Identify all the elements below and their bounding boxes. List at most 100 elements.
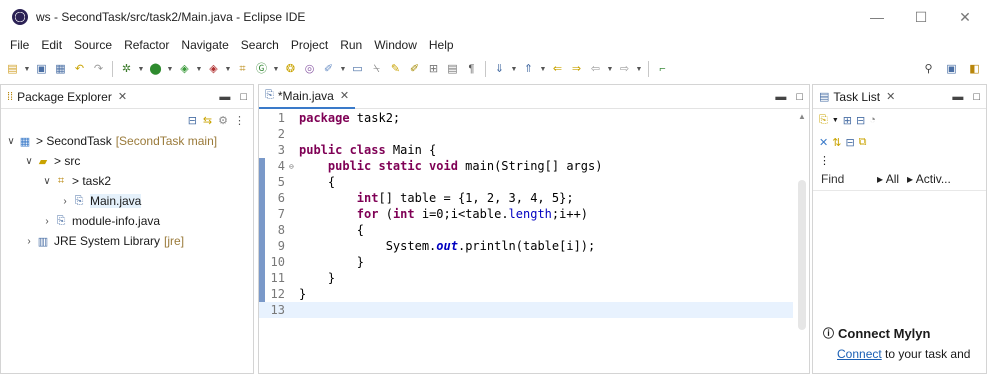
code-line[interactable]: 4 ⊖ public static void main(String[] arg…: [259, 158, 793, 174]
code-line[interactable]: 5 {: [259, 174, 793, 190]
highlight-icon[interactable]: ✐: [406, 61, 423, 78]
focus-on-workweek-icon[interactable]: ◔: [869, 114, 876, 126]
java-perspective-icon[interactable]: ◧: [966, 61, 983, 78]
back-dropdown-icon[interactable]: ▼: [606, 61, 614, 78]
filter-all-link[interactable]: ▸ All: [877, 172, 899, 186]
tree-item-jre[interactable]: › ▥ JRE System Library [jre]: [1, 231, 253, 251]
code-line-current[interactable]: 13: [259, 302, 793, 318]
new-task-icon[interactable]: ⎘: [819, 114, 828, 127]
toggle-breadcrumb-icon[interactable]: ⍀: [368, 61, 385, 78]
chevron-right-icon[interactable]: ›: [59, 196, 71, 207]
menu-project[interactable]: Project: [285, 38, 334, 52]
menu-navigate[interactable]: Navigate: [175, 38, 234, 52]
view-menu-icon[interactable]: ⋮: [234, 114, 245, 127]
close-icon[interactable]: ✕: [886, 90, 895, 103]
code-line[interactable]: 12 }: [259, 286, 793, 302]
tab-package-explorer[interactable]: ⁞⁞ Package Explorer ✕: [1, 85, 133, 109]
minimize-view-icon[interactable]: ▬: [219, 91, 230, 103]
code-area[interactable]: 1 package task2; 2 3 public class Main {…: [259, 110, 809, 373]
minimize-button[interactable]: —: [855, 0, 899, 34]
menu-help[interactable]: Help: [423, 38, 460, 52]
chevron-right-icon[interactable]: ›: [23, 236, 35, 247]
close-button[interactable]: ✕: [943, 0, 987, 34]
tree-item-project[interactable]: ∨ ▦ > SecondTask [SecondTask main]: [1, 131, 253, 151]
back-icon[interactable]: ⇦: [587, 61, 604, 78]
save-icon[interactable]: ▣: [33, 61, 50, 78]
terminal-icon[interactable]: ▭: [349, 61, 366, 78]
close-icon[interactable]: ✕: [118, 90, 127, 103]
run-dropdown-icon[interactable]: ▼: [166, 61, 174, 78]
filter-active-link[interactable]: ▸ Activ...: [907, 172, 951, 186]
coverage-dropdown-icon[interactable]: ▼: [195, 61, 203, 78]
menu-file[interactable]: File: [4, 38, 35, 52]
code-line[interactable]: 3 public class Main {: [259, 142, 793, 158]
connect-link[interactable]: Connect: [837, 347, 882, 361]
chevron-down-icon[interactable]: ∨: [41, 176, 53, 187]
minimize-view-icon[interactable]: ▬: [952, 91, 963, 103]
chevron-right-icon[interactable]: ›: [41, 216, 53, 227]
tab-main-java[interactable]: ⎘ *Main.java ✕: [259, 85, 356, 109]
chevron-down-icon[interactable]: ∨: [5, 136, 17, 147]
next-annotation-dropdown-icon[interactable]: ▼: [510, 61, 518, 78]
tree-item-module-info[interactable]: › ⎘ module-info.java: [1, 211, 253, 231]
scroll-up-icon[interactable]: ▲: [798, 112, 806, 121]
new-class-dropdown-icon[interactable]: ▼: [272, 61, 280, 78]
open-perspective-icon[interactable]: ▣: [943, 61, 960, 78]
scheduled-icon[interactable]: ⊟: [856, 114, 865, 127]
collapse-all-icon[interactable]: ⊟: [188, 114, 197, 127]
chevron-down-icon[interactable]: ∨: [23, 156, 35, 167]
forward-icon[interactable]: ⇨: [616, 61, 633, 78]
forward-history-icon[interactable]: ⇒: [568, 61, 585, 78]
editor-scrollbar[interactable]: ▲: [795, 110, 809, 373]
code-line[interactable]: 6 int[] table = {1, 2, 3, 4, 5};: [259, 190, 793, 206]
search-icon[interactable]: ⚲: [920, 61, 937, 78]
toggle-mark-occurrences-icon[interactable]: ✎: [387, 61, 404, 78]
new-task-dropdown-icon[interactable]: ▼: [832, 117, 839, 124]
tab-task-list[interactable]: ▤ Task List ✕: [813, 85, 901, 109]
save-all-icon[interactable]: ▦: [52, 61, 69, 78]
debug-dropdown-icon[interactable]: ▼: [137, 61, 145, 78]
previous-annotation-dropdown-icon[interactable]: ▼: [539, 61, 547, 78]
menu-source[interactable]: Source: [68, 38, 118, 52]
code-line[interactable]: 9 System.out.println(table[i]);: [259, 238, 793, 254]
maximize-button[interactable]: ☐: [899, 0, 943, 34]
code-line[interactable]: 10 }: [259, 254, 793, 270]
forward-dropdown-icon[interactable]: ▼: [635, 61, 643, 78]
pin-editor-icon[interactable]: ⌐: [654, 61, 671, 78]
coverage-icon[interactable]: ◈: [176, 61, 193, 78]
menu-refactor[interactable]: Refactor: [118, 38, 175, 52]
tree-item-main-java[interactable]: › ⎘ Main.java: [1, 191, 253, 211]
scrollbar-thumb[interactable]: [798, 180, 806, 330]
collapse-all-icon[interactable]: ⊟: [845, 136, 854, 149]
search-dropdown-icon[interactable]: ✐: [320, 61, 337, 78]
filter-icon[interactable]: ⚙: [218, 114, 228, 127]
minimize-view-icon[interactable]: ▬: [775, 91, 786, 103]
open-type-icon[interactable]: ❂: [282, 61, 299, 78]
new-package-icon[interactable]: Ⓖ: [253, 61, 270, 78]
maximize-view-icon[interactable]: □: [973, 91, 980, 103]
find-input[interactable]: Find: [821, 172, 869, 186]
new-java-project-icon[interactable]: ⌗: [234, 61, 251, 78]
undo-icon[interactable]: ↶: [71, 61, 88, 78]
close-icon[interactable]: ✕: [340, 89, 349, 102]
menu-edit[interactable]: Edit: [35, 38, 68, 52]
external-tools-dropdown-icon[interactable]: ▼: [224, 61, 232, 78]
view-menu-icon[interactable]: ⋮: [819, 154, 830, 167]
last-edit-location-icon[interactable]: ⇐: [549, 61, 566, 78]
code-line[interactable]: 7 for (int i=0;i<table.length;i++): [259, 206, 793, 222]
synchronize-icon[interactable]: ⇅: [832, 136, 841, 149]
link-icon[interactable]: ⧉: [859, 136, 867, 149]
search-dropdown-arrow-icon[interactable]: ▼: [339, 61, 347, 78]
code-line[interactable]: 1 package task2;: [259, 110, 793, 126]
next-annotation-icon[interactable]: ⇓: [491, 61, 508, 78]
show-whitespace-icon[interactable]: ¶: [463, 61, 480, 78]
code-line[interactable]: 11 }: [259, 270, 793, 286]
link-with-editor-icon[interactable]: ⇆: [203, 114, 212, 127]
categorized-icon[interactable]: ⊞: [843, 114, 852, 127]
menu-search[interactable]: Search: [235, 38, 285, 52]
new-icon[interactable]: ▤: [4, 61, 21, 78]
code-line[interactable]: 2: [259, 126, 793, 142]
run-icon[interactable]: ⬤: [147, 61, 164, 78]
hide-completed-icon[interactable]: ✕: [819, 136, 828, 149]
redo-icon[interactable]: ↷: [90, 61, 107, 78]
